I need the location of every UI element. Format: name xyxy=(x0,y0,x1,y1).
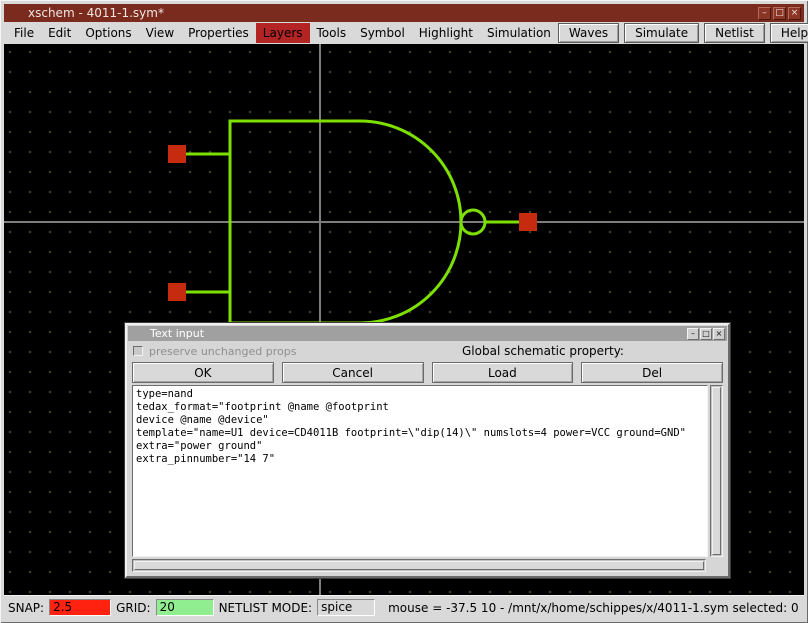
netlist-mode-label: NETLIST MODE: xyxy=(219,601,313,615)
property-text-area[interactable]: type=nand tedax_format="footprint @name … xyxy=(132,385,708,557)
window-title: xschem - 4011-1.sym* xyxy=(28,6,164,20)
load-button[interactable]: Load xyxy=(432,362,574,383)
menu-options[interactable]: Options xyxy=(78,23,138,43)
schematic-canvas[interactable]: Text input – □ × preserve unchanged prop… xyxy=(4,44,804,595)
netlist-mode-value[interactable]: spice xyxy=(317,599,375,616)
xschem-window: xschem - 4011-1.sym* – □ × File Edit Opt… xyxy=(0,0,808,623)
dialog-button-row: OK Cancel Load Del xyxy=(132,362,723,383)
dialog-minimize-icon[interactable]: – xyxy=(687,328,699,340)
menu-file[interactable]: File xyxy=(7,23,41,43)
menu-layers[interactable]: Layers xyxy=(256,23,310,43)
menubar: File Edit Options View Properties Layers… xyxy=(4,22,804,44)
input-pin-b[interactable] xyxy=(168,283,186,301)
del-button[interactable]: Del xyxy=(581,362,723,383)
horizontal-scrollbar-thumb[interactable] xyxy=(134,561,704,570)
menu-symbol[interactable]: Symbol xyxy=(353,23,412,43)
ok-button[interactable]: OK xyxy=(132,362,274,383)
preserve-props-label: preserve unchanged props xyxy=(149,345,296,358)
statusbar: SNAP: 2.5 GRID: 20 NETLIST MODE: spice m… xyxy=(4,595,804,619)
grid-value[interactable]: 20 xyxy=(156,599,214,616)
dialog-title: Text input xyxy=(150,327,204,340)
menu-properties[interactable]: Properties xyxy=(181,23,256,43)
vertical-scrollbar-thumb[interactable] xyxy=(712,387,721,555)
dialog-close-icon[interactable]: × xyxy=(713,328,725,340)
menubar-buttons: Waves Simulate Netlist Help xyxy=(558,23,808,43)
waves-button[interactable]: Waves xyxy=(558,23,619,43)
snap-label: SNAP: xyxy=(8,601,44,615)
global-property-label: Global schematic property: xyxy=(462,344,624,358)
dialog-maximize-icon[interactable]: □ xyxy=(700,328,712,340)
grid-label: GRID: xyxy=(116,601,150,615)
inversion-bubble-icon[interactable] xyxy=(461,210,485,234)
snap-value[interactable]: 2.5 xyxy=(49,599,111,616)
menu-tools[interactable]: Tools xyxy=(310,23,354,43)
menu-simulation[interactable]: Simulation xyxy=(480,23,558,43)
scrollbar-corner xyxy=(708,559,723,572)
dialog-header-row: preserve unchanged props Global schemati… xyxy=(127,342,728,360)
output-pin[interactable] xyxy=(519,213,537,231)
nand-gate-body[interactable] xyxy=(230,121,461,323)
window-controls: – □ × xyxy=(758,7,801,20)
maximize-icon[interactable]: □ xyxy=(773,7,786,20)
menu-highlight[interactable]: Highlight xyxy=(412,23,480,43)
preserve-props-checkbox[interactable] xyxy=(133,346,143,356)
titlebar[interactable]: xschem - 4011-1.sym* – □ × xyxy=(4,4,804,22)
status-info: mouse = -37.5 10 - /mnt/x/home/schippes/… xyxy=(388,601,799,615)
dialog-hscroll-row xyxy=(132,559,723,572)
dialog-window-controls: – □ × xyxy=(687,328,725,340)
close-icon[interactable]: × xyxy=(788,7,801,20)
netlist-button[interactable]: Netlist xyxy=(704,23,765,43)
dialog-text-row: type=nand tedax_format="footprint @name … xyxy=(132,385,723,557)
minimize-icon[interactable]: – xyxy=(758,7,771,20)
vertical-scrollbar[interactable] xyxy=(710,385,723,557)
cancel-button[interactable]: Cancel xyxy=(282,362,424,383)
menu-view[interactable]: View xyxy=(139,23,181,43)
help-button[interactable]: Help xyxy=(770,23,808,43)
input-pin-a[interactable] xyxy=(168,145,186,163)
menu-edit[interactable]: Edit xyxy=(41,23,78,43)
text-input-dialog: Text input – □ × preserve unchanged prop… xyxy=(125,323,730,578)
horizontal-scrollbar[interactable] xyxy=(132,559,706,572)
dialog-titlebar[interactable]: Text input – □ × xyxy=(128,326,727,341)
simulate-button[interactable]: Simulate xyxy=(624,23,699,43)
